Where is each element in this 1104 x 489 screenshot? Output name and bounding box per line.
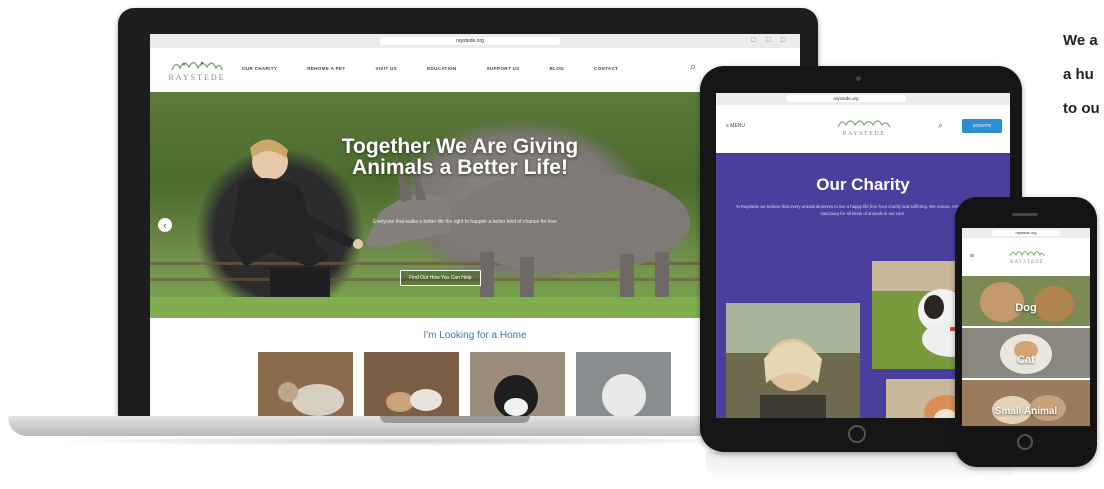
laptop-notch	[380, 416, 530, 423]
category-card-dog[interactable]: Dog	[962, 276, 1090, 326]
pet-thumbnail[interactable]	[576, 352, 671, 416]
small-animal-photo	[962, 380, 1090, 426]
nav-visit-us[interactable]: VISIT US	[375, 66, 397, 71]
logo-animals-icon	[1009, 251, 1045, 257]
browser-toolbar: raystede.org ☐ ☐ ☐	[150, 34, 800, 49]
phone-browser-toolbar: raystede.org	[962, 228, 1090, 238]
logo-animals-icon	[171, 61, 223, 71]
phone-screen: raystede.org ≡ RAYSTEDE Dog Cat Small An…	[962, 228, 1090, 426]
carousel-prev-button[interactable]: ‹	[158, 218, 172, 232]
hero-title: Together We Are Giving Animals a Better …	[341, 135, 579, 179]
section-title: Our Charity	[816, 175, 910, 194]
card-label: Small Animal	[994, 406, 1058, 417]
raystede-logo[interactable]: RAYSTEDE	[162, 56, 232, 86]
donate-button[interactable]: DONATE	[962, 119, 1002, 133]
tablet-logo[interactable]: RAYSTEDE	[834, 115, 894, 143]
main-nav: OUR CHARITY REHOME A PET VISIT US EDUCAT…	[242, 66, 648, 71]
cat-photo	[962, 328, 1090, 378]
hamburger-menu-icon[interactable]: ≡	[970, 253, 974, 260]
pet-thumbnail[interactable]	[364, 352, 459, 416]
logo-wordmark: RAYSTEDE	[168, 73, 226, 82]
nav-blog[interactable]: BLOG	[550, 66, 564, 71]
menu-button[interactable]: ≡ MENU	[726, 123, 745, 129]
find-out-how-button[interactable]: Find Out How You Can Help	[400, 270, 481, 286]
phone-speaker	[1012, 213, 1038, 216]
tablet-site-header: ≡ MENU RAYSTEDE ⌕ DONATE	[716, 105, 1010, 153]
card-label: Dog	[1015, 302, 1037, 314]
logo-wordmark: RAYSTEDE	[842, 131, 886, 137]
browser-controls[interactable]: ☐ ☐ ☐	[751, 38, 790, 44]
laptop-shadow	[40, 436, 780, 446]
search-icon[interactable]: ⌕	[690, 61, 696, 74]
tablet-camera	[856, 76, 861, 81]
nav-education[interactable]: EDUCATION	[427, 66, 457, 71]
volunteer-photo	[726, 303, 860, 418]
phone-home-button	[1017, 434, 1033, 450]
card-label: Cat	[1017, 354, 1035, 366]
category-card-small-animal[interactable]: Small Animal	[962, 380, 1090, 426]
category-card-cat[interactable]: Cat	[962, 328, 1090, 378]
side-caption-line: a hu	[1063, 66, 1094, 83]
phone-address-bar[interactable]: raystede.org	[992, 230, 1060, 236]
nav-rehome-a-pet[interactable]: REHOME A PET	[307, 66, 345, 71]
nav-support-us[interactable]: SUPPORT US	[487, 66, 520, 71]
nav-our-charity[interactable]: OUR CHARITY	[242, 66, 277, 71]
pet-thumbnails	[258, 352, 678, 416]
side-caption-line: We a	[1063, 32, 1098, 49]
nav-contact[interactable]: CONTACT	[594, 66, 618, 71]
pet-thumbnail[interactable]	[470, 352, 565, 416]
side-caption: We a a hu to ou	[1063, 24, 1104, 126]
logo-wordmark: RAYSTEDE	[1010, 260, 1044, 265]
logo-animals-icon	[837, 120, 891, 128]
dog-photo	[962, 276, 1090, 326]
tablet-address-bar[interactable]: raystede.org	[786, 95, 906, 102]
tablet-home-button	[848, 425, 866, 443]
hero-subtitle: Everyone that walks a better life the ri…	[373, 219, 557, 225]
pet-thumbnail[interactable]	[258, 352, 353, 416]
phone-site-header: ≡ RAYSTEDE	[962, 238, 1090, 276]
side-caption-line: to ou	[1063, 100, 1100, 117]
address-bar[interactable]: raystede.org	[380, 37, 560, 45]
search-icon[interactable]: ⌕	[938, 121, 942, 131]
tablet-browser-toolbar: raystede.org	[716, 93, 1010, 105]
